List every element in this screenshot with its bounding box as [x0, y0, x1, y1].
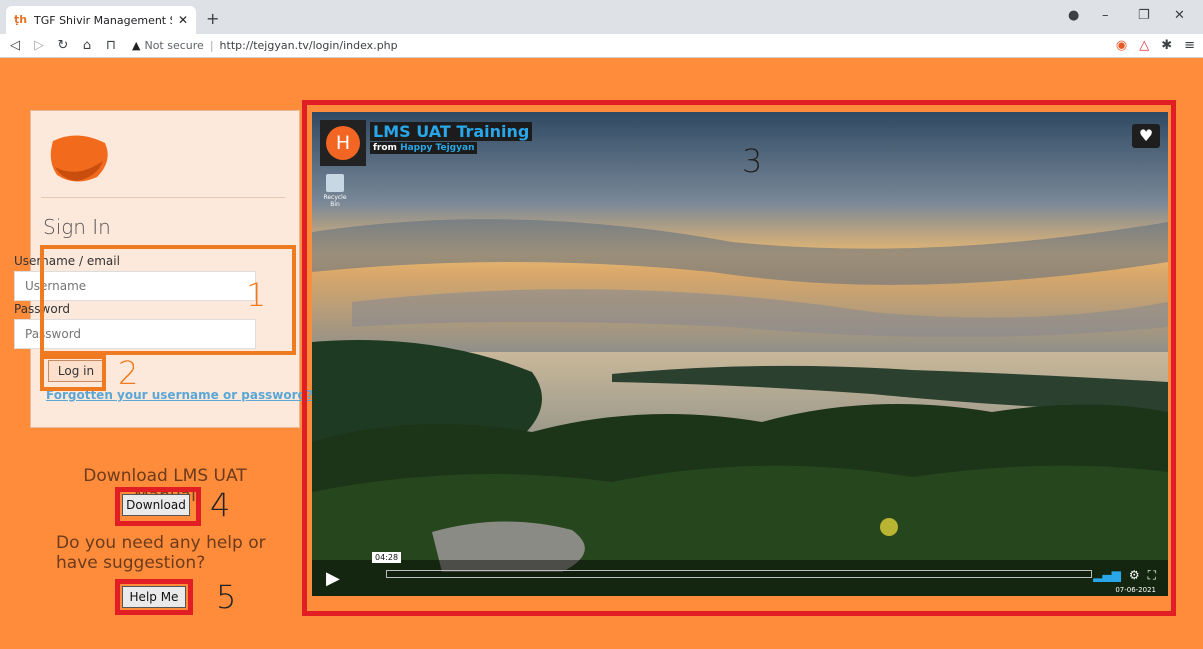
video-frame-landscape: [312, 112, 1168, 596]
mouse-cursor-highlight: [880, 518, 898, 536]
forward-icon[interactable]: ▷: [30, 38, 48, 53]
volume-icon[interactable]: ▂▄▆: [1093, 568, 1121, 583]
help-me-button[interactable]: Help Me: [122, 586, 186, 608]
like-heart-icon[interactable]: ♥: [1132, 124, 1160, 148]
menu-icon[interactable]: ≡: [1184, 38, 1195, 53]
toolbar-extensions: ◉ △ ✱ ≡: [1116, 38, 1195, 53]
restore-icon[interactable]: ❐: [1138, 8, 1150, 23]
window-close-icon[interactable]: ✕: [1174, 8, 1185, 23]
extensions-icon[interactable]: ✱: [1161, 38, 1172, 53]
help-text: Do you need any help or have suggestion?: [56, 533, 266, 573]
browser-tab[interactable]: ṭh TGF Shivir Management System: ✕: [6, 6, 196, 34]
channel-avatar[interactable]: H: [320, 120, 366, 166]
annotation-number-4: 4: [210, 486, 231, 524]
progress-bar[interactable]: [386, 570, 1092, 578]
close-tab-icon[interactable]: ✕: [178, 13, 188, 27]
happy-thoughts-logo: [50, 135, 108, 182]
video-title[interactable]: LMS UAT Training: [370, 122, 533, 141]
annotation-number-2: 2: [118, 354, 139, 392]
annotation-number-1: 1: [246, 276, 267, 314]
annotation-box-2: [40, 355, 106, 391]
video-byline[interactable]: from Happy Tejgyan: [370, 142, 478, 154]
annotation-number-5: 5: [216, 578, 237, 616]
back-icon[interactable]: ◁: [6, 38, 24, 53]
download-button[interactable]: Download: [122, 494, 190, 516]
security-label: Not secure: [144, 39, 204, 52]
recycle-bin-icon: Recycle Bin: [320, 174, 350, 208]
video-player[interactable]: H LMS UAT Training from Happy Tejgyan Re…: [312, 112, 1168, 596]
profile-icon[interactable]: ●: [1068, 8, 1079, 23]
minimize-icon[interactable]: –: [1102, 8, 1109, 23]
fullscreen-icon[interactable]: ⛶: [1148, 568, 1156, 583]
play-icon[interactable]: ▶: [326, 568, 340, 589]
brave-shield-icon[interactable]: ◉: [1116, 38, 1127, 53]
browser-toolbar: ◁ ▷ ↻ ⌂ ⊓ ▲ Not secure | http://tejgyan.…: [0, 34, 1203, 58]
video-controls: ▶ 04:28 ▂▄▆ ⚙ ⛶ 07-06-2021: [312, 552, 1168, 596]
current-time: 04:28: [372, 552, 402, 563]
bookmark-icon[interactable]: ⊓: [102, 38, 120, 53]
sign-in-heading: Sign In: [43, 215, 111, 239]
annotation-number-3: 3: [742, 142, 763, 180]
warning-icon: ▲: [132, 39, 141, 52]
address-bar[interactable]: ▲ Not secure | http://tejgyan.tv/login/i…: [132, 39, 398, 52]
tab-title: TGF Shivir Management System:: [34, 13, 172, 27]
video-date: 07-06-2021: [1115, 586, 1156, 594]
url-text: http://tejgyan.tv/login/index.php: [219, 39, 398, 52]
browser-tab-bar: ṭh TGF Shivir Management System: ✕ + ● –…: [0, 0, 1203, 34]
home-icon[interactable]: ⌂: [78, 38, 96, 53]
brave-rewards-icon[interactable]: △: [1139, 38, 1149, 53]
reload-icon[interactable]: ↻: [54, 38, 72, 53]
channel-name[interactable]: Happy Tejgyan: [400, 143, 474, 153]
happy-thoughts-favicon: ṭh: [14, 13, 28, 26]
settings-gear-icon[interactable]: ⚙: [1129, 568, 1140, 583]
new-tab-icon[interactable]: +: [206, 9, 219, 28]
